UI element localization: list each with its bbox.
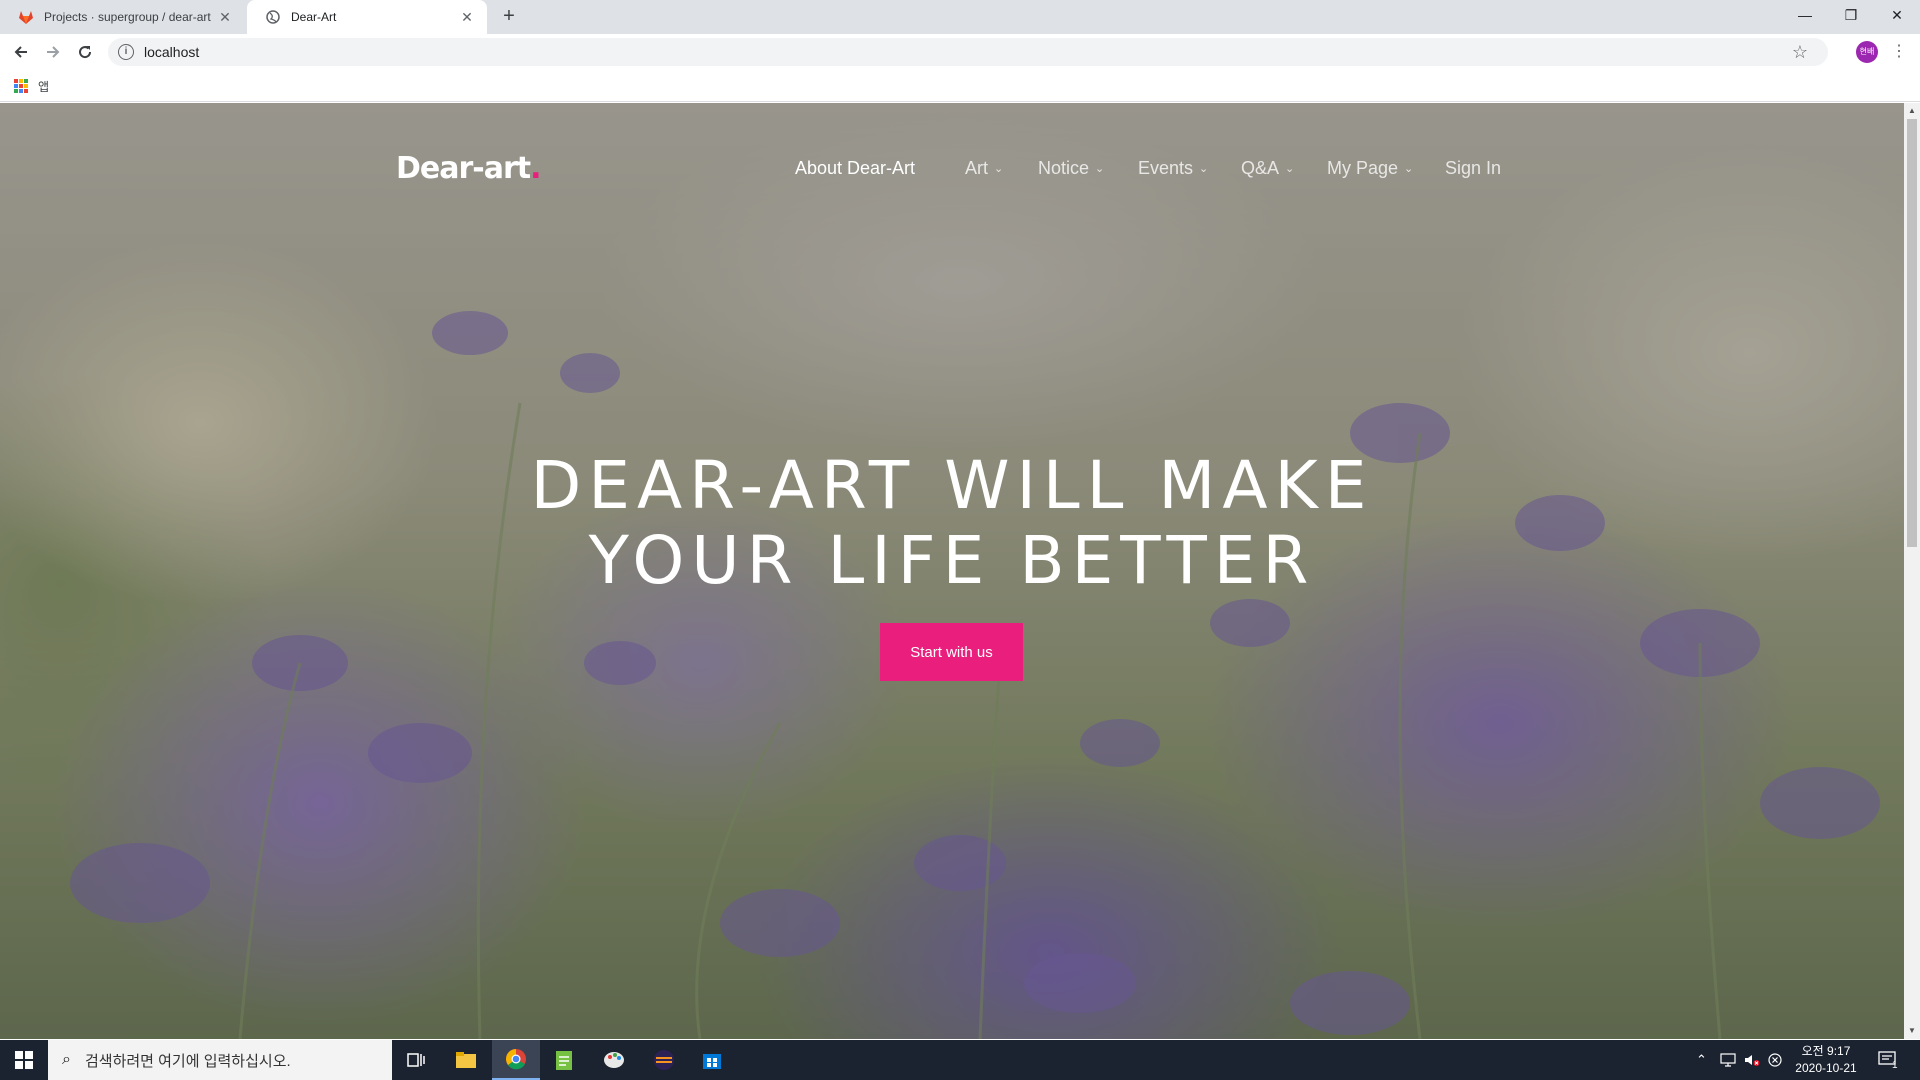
- chevron-down-icon: ⌄: [1285, 162, 1295, 175]
- eclipse-icon[interactable]: [640, 1040, 688, 1080]
- address-url: localhost: [144, 44, 200, 60]
- globe-icon: [265, 9, 281, 25]
- tab-dear-art[interactable]: Dear-Art ✕: [247, 0, 487, 34]
- nav-label: Q&A: [1241, 157, 1280, 178]
- tab-gitlab-projects[interactable]: Projects · supergroup / dear-art ✕: [0, 0, 245, 34]
- browser-menu-icon[interactable]: ⋮: [1890, 41, 1908, 63]
- file-explorer-icon[interactable]: [442, 1040, 490, 1080]
- logo-text: Dear-art: [396, 151, 531, 186]
- sync-error-icon[interactable]: [1768, 1040, 1782, 1080]
- notification-center-icon[interactable]: 1: [1878, 1040, 1898, 1080]
- notification-count-badge: 1: [1892, 1059, 1898, 1071]
- info-icon[interactable]: i: [118, 44, 134, 60]
- paint-icon[interactable]: [590, 1040, 638, 1080]
- reload-icon[interactable]: [73, 40, 97, 64]
- page-scrollbar[interactable]: ▲ ▼: [1904, 103, 1920, 1039]
- apps-grid-icon[interactable]: [14, 79, 28, 93]
- chevron-down-icon: ⌄: [1095, 162, 1105, 175]
- windows-taskbar: ⌕ 검색하려면 여기에 입력하십시오. ⌃ 오전 9:17 2020-10-21…: [0, 1040, 1920, 1080]
- search-icon: ⌕: [62, 1051, 71, 1068]
- bookmark-star-icon[interactable]: ☆: [1792, 42, 1808, 63]
- nav-label: About Dear-Art: [795, 157, 916, 178]
- site-logo[interactable]: Dear-art.: [396, 151, 542, 186]
- hero-headline-line2: YOUR LIFE BETTER: [588, 522, 1316, 599]
- nav-notice[interactable]: Notice ⌄: [1038, 153, 1104, 183]
- clock-time: 오전 9:17: [1801, 1044, 1851, 1058]
- gitlab-icon: [18, 9, 34, 25]
- profile-avatar[interactable]: 현배: [1856, 41, 1878, 63]
- search-placeholder: 검색하려면 여기에 입력하십시오.: [84, 1052, 291, 1070]
- chevron-down-icon: ⌄: [994, 162, 1004, 175]
- close-tab-icon[interactable]: ✕: [459, 9, 475, 25]
- forward-arrow-icon[interactable]: [41, 40, 65, 64]
- nav-label: Notice: [1038, 157, 1090, 178]
- logo-dot: .: [530, 151, 541, 186]
- volume-muted-icon[interactable]: [1744, 1040, 1760, 1080]
- browser-toolbar: i localhost ☆: [0, 34, 1920, 70]
- nav-my-page[interactable]: My Page ⌄: [1327, 153, 1413, 183]
- apps-bookmark-label[interactable]: 앱: [38, 78, 49, 95]
- start-with-us-button[interactable]: Start with us: [880, 623, 1023, 681]
- back-arrow-icon[interactable]: [9, 40, 33, 64]
- windows-start-icon[interactable]: [0, 1040, 48, 1080]
- tab-title: Projects · supergroup / dear-art: [44, 10, 211, 24]
- close-window-icon[interactable]: ✕: [1874, 0, 1920, 30]
- scroll-up-icon[interactable]: ▲: [1904, 103, 1920, 119]
- clock-date: 2020-10-21: [1795, 1061, 1857, 1075]
- chevron-down-icon: ⌄: [1404, 162, 1414, 175]
- notepad-icon[interactable]: [540, 1040, 588, 1080]
- nav-label: Events: [1138, 157, 1194, 178]
- scroll-down-icon[interactable]: ▼: [1904, 1023, 1920, 1039]
- nav-art[interactable]: Art ⌄: [965, 153, 1003, 183]
- close-tab-icon[interactable]: ✕: [217, 9, 233, 25]
- system-clock[interactable]: 오전 9:17 2020-10-21: [1790, 1043, 1862, 1077]
- nav-sign-in[interactable]: Sign In: [1445, 153, 1501, 183]
- address-bar[interactable]: i localhost ☆: [108, 38, 1828, 66]
- chrome-icon[interactable]: [492, 1040, 540, 1080]
- store-icon[interactable]: [688, 1040, 736, 1080]
- restore-icon[interactable]: ❐: [1828, 0, 1874, 30]
- nav-label: Sign In: [1445, 157, 1502, 178]
- tab-title: Dear-Art: [291, 10, 337, 24]
- hero-section: Dear-art. About Dear-Art Art ⌄ Notice ⌄ Ev…: [0, 103, 1904, 1039]
- new-tab-button[interactable]: +: [497, 5, 521, 29]
- hero-headline-line1: DEAR-ART WILL MAKE: [530, 447, 1374, 524]
- browser-tab-strip: Projects · supergroup / dear-art ✕ Dear-…: [0, 0, 1920, 34]
- network-icon[interactable]: [1720, 1040, 1736, 1080]
- bookmarks-bar: 앱: [0, 70, 1920, 102]
- nav-about[interactable]: About Dear-Art: [795, 153, 915, 183]
- tray-chevron-up-icon[interactable]: ⌃: [1696, 1040, 1707, 1080]
- nav-qa[interactable]: Q&A ⌄: [1241, 153, 1294, 183]
- taskbar-search-input[interactable]: ⌕ 검색하려면 여기에 입력하십시오.: [48, 1040, 392, 1080]
- nav-events[interactable]: Events ⌄: [1138, 153, 1208, 183]
- nav-label: Art: [965, 157, 989, 178]
- task-view-icon[interactable]: [392, 1040, 440, 1080]
- minimize-icon[interactable]: —: [1782, 0, 1828, 30]
- scrollbar-thumb[interactable]: [1907, 119, 1917, 547]
- chevron-down-icon: ⌄: [1199, 162, 1209, 175]
- nav-label: My Page: [1327, 157, 1399, 178]
